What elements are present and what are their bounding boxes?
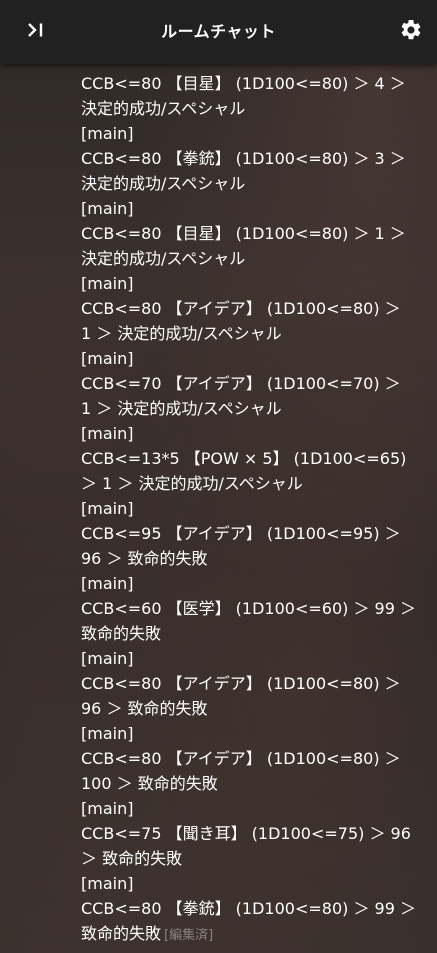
message-text: 致命的失敗 <box>81 624 162 643</box>
message-text: CCB<=80 【目星】 (1D100<=80) ＞ 4 ＞ <box>81 74 406 93</box>
chat-message[interactable]: [main] CCB<=80 【拳銃】 (1D100<=80) ＞ 99 ＞ 致命的… <box>81 871 421 946</box>
message-text: CCB<=80 【目星】 (1D100<=80) ＞ 1 ＞ <box>81 224 406 243</box>
message-text: CCB<=70 【アイデア】 (1D100<=70) ＞ <box>81 374 401 393</box>
message-tab-label: [main] <box>81 271 421 296</box>
chat-message[interactable]: [main] CCB<=80 【アイデア】 (1D100<=80) ＞ 100 ＞ … <box>81 721 421 796</box>
message-text-line: 96 ＞ 致命的失敗 <box>81 546 421 571</box>
message-text-line: ＞ 1 ＞ 決定的成功/スペシャル <box>81 471 421 496</box>
message-text-line: 致命的失敗 [編集済] <box>81 921 421 946</box>
chat-message[interactable]: CCB<=80 【目星】 (1D100<=80) ＞ 4 ＞ 決定的成功/スペシャ… <box>81 71 421 121</box>
message-text: 決定的成功/スペシャル <box>81 174 246 193</box>
chat-message-list[interactable]: CCB<=80 【目星】 (1D100<=80) ＞ 4 ＞ 決定的成功/スペシャ… <box>81 71 421 946</box>
message-text: [main] <box>81 124 134 143</box>
message-text-line: 決定的成功/スペシャル <box>81 171 421 196</box>
message-text: 決定的成功/スペシャル <box>81 249 246 268</box>
message-text: ＞ 致命的失敗 <box>81 849 183 868</box>
message-text-line: CCB<=13*5 【POW × 5】 (1D100<=65) <box>81 446 421 471</box>
message-text-line: CCB<=60 【医学】 (1D100<=60) ＞ 99 ＞ <box>81 596 421 621</box>
message-text: 96 ＞ 致命的失敗 <box>81 549 208 568</box>
message-text-line: CCB<=80 【拳銃】 (1D100<=80) ＞ 99 ＞ <box>81 896 421 921</box>
message-text-line: CCB<=80 【目星】 (1D100<=80) ＞ 4 ＞ <box>81 71 421 96</box>
message-text: [main] <box>81 874 134 893</box>
message-text: [main] <box>81 199 134 218</box>
message-tab-label: [main] <box>81 721 421 746</box>
message-text-line: 100 ＞ 致命的失敗 <box>81 771 421 796</box>
message-text: [main] <box>81 424 134 443</box>
chat-message[interactable]: [main] CCB<=60 【医学】 (1D100<=60) ＞ 99 ＞ 致命的… <box>81 571 421 646</box>
page-title: ルームチャット <box>161 22 276 41</box>
message-text: [main] <box>81 649 134 668</box>
chat-message[interactable]: [main] CCB<=80 【アイデア】 (1D100<=80) ＞ 1 ＞ 決定… <box>81 271 421 346</box>
chat-message[interactable]: [main] CCB<=80 【アイデア】 (1D100<=80) ＞ 96 ＞ 致… <box>81 646 421 721</box>
message-tab-label: [main] <box>81 496 421 521</box>
message-text-line: 96 ＞ 致命的失敗 <box>81 696 421 721</box>
message-text: CCB<=80 【アイデア】 (1D100<=80) ＞ <box>81 749 401 768</box>
message-text: CCB<=60 【医学】 (1D100<=60) ＞ 99 ＞ <box>81 599 416 618</box>
message-text: CCB<=13*5 【POW × 5】 (1D100<=65) <box>81 449 407 468</box>
message-tab-label: [main] <box>81 421 421 446</box>
chat-message[interactable]: [main] CCB<=95 【アイデア】 (1D100<=95) ＞ 96 ＞ 致… <box>81 496 421 571</box>
message-text-line: CCB<=80 【アイデア】 (1D100<=80) ＞ <box>81 671 421 696</box>
message-text: ＞ 1 ＞ 決定的成功/スペシャル <box>81 474 303 493</box>
chat-header: ルームチャット <box>0 0 437 64</box>
message-text: 96 ＞ 致命的失敗 <box>81 699 208 718</box>
edited-badge: [編集済] <box>164 928 214 943</box>
message-tab-label: [main] <box>81 571 421 596</box>
message-text-line: CCB<=80 【拳銃】 (1D100<=80) ＞ 3 ＞ <box>81 146 421 171</box>
message-text: CCB<=95 【アイデア】 (1D100<=95) ＞ <box>81 524 401 543</box>
message-text: 決定的成功/スペシャル <box>81 99 246 118</box>
message-text: 致命的失敗 <box>81 924 162 943</box>
message-text: CCB<=80 【アイデア】 (1D100<=80) ＞ <box>81 674 401 693</box>
message-text: CCB<=80 【拳銃】 (1D100<=80) ＞ 99 ＞ <box>81 899 416 918</box>
message-text-line: ＞ 致命的失敗 <box>81 846 421 871</box>
message-text-line: CCB<=75 【聞き耳】 (1D100<=75) ＞ 96 <box>81 821 421 846</box>
message-text: [main] <box>81 349 134 368</box>
message-text-line: CCB<=95 【アイデア】 (1D100<=95) ＞ <box>81 521 421 546</box>
message-text: CCB<=75 【聞き耳】 (1D100<=75) ＞ 96 <box>81 824 411 843</box>
chat-message[interactable]: [main] CCB<=80 【目星】 (1D100<=80) ＞ 1 ＞ 決定的成… <box>81 196 421 271</box>
settings-button[interactable] <box>395 16 427 48</box>
message-tab-label: [main] <box>81 196 421 221</box>
chat-message[interactable]: [main] CCB<=80 【拳銃】 (1D100<=80) ＞ 3 ＞ 決定的成… <box>81 121 421 196</box>
message-text-line: 1 ＞ 決定的成功/スペシャル <box>81 396 421 421</box>
chat-message[interactable]: [main] CCB<=13*5 【POW × 5】 (1D100<=65) ＞ 1… <box>81 421 421 496</box>
message-text: 1 ＞ 決定的成功/スペシャル <box>81 324 282 343</box>
chat-message[interactable]: [main] CCB<=75 【聞き耳】 (1D100<=75) ＞ 96 ＞ 致命… <box>81 796 421 871</box>
message-tab-label: [main] <box>81 646 421 671</box>
message-text: [main] <box>81 799 134 818</box>
message-text-line: 決定的成功/スペシャル <box>81 96 421 121</box>
message-text-line: 1 ＞ 決定的成功/スペシャル <box>81 321 421 346</box>
message-text: CCB<=80 【拳銃】 (1D100<=80) ＞ 3 ＞ <box>81 149 406 168</box>
message-text-line: 致命的失敗 <box>81 621 421 646</box>
message-text-line: CCB<=80 【アイデア】 (1D100<=80) ＞ <box>81 296 421 321</box>
message-tab-label: [main] <box>81 346 421 371</box>
message-text: 1 ＞ 決定的成功/スペシャル <box>81 399 282 418</box>
message-text: [main] <box>81 274 134 293</box>
message-text-line: CCB<=70 【アイデア】 (1D100<=70) ＞ <box>81 371 421 396</box>
message-tab-label: [main] <box>81 796 421 821</box>
gear-icon <box>399 18 423 46</box>
message-text-line: 決定的成功/スペシャル <box>81 246 421 271</box>
message-text: 100 ＞ 致命的失敗 <box>81 774 218 793</box>
message-text: [main] <box>81 724 134 743</box>
message-tab-label: [main] <box>81 121 421 146</box>
message-text-line: CCB<=80 【目星】 (1D100<=80) ＞ 1 ＞ <box>81 221 421 246</box>
chat-message[interactable]: [main] CCB<=70 【アイデア】 (1D100<=70) ＞ 1 ＞ 決定… <box>81 346 421 421</box>
message-text: [main] <box>81 499 134 518</box>
message-text: [main] <box>81 574 134 593</box>
message-text: CCB<=80 【アイデア】 (1D100<=80) ＞ <box>81 299 401 318</box>
message-text-line: CCB<=80 【アイデア】 (1D100<=80) ＞ <box>81 746 421 771</box>
message-tab-label: [main] <box>81 871 421 896</box>
